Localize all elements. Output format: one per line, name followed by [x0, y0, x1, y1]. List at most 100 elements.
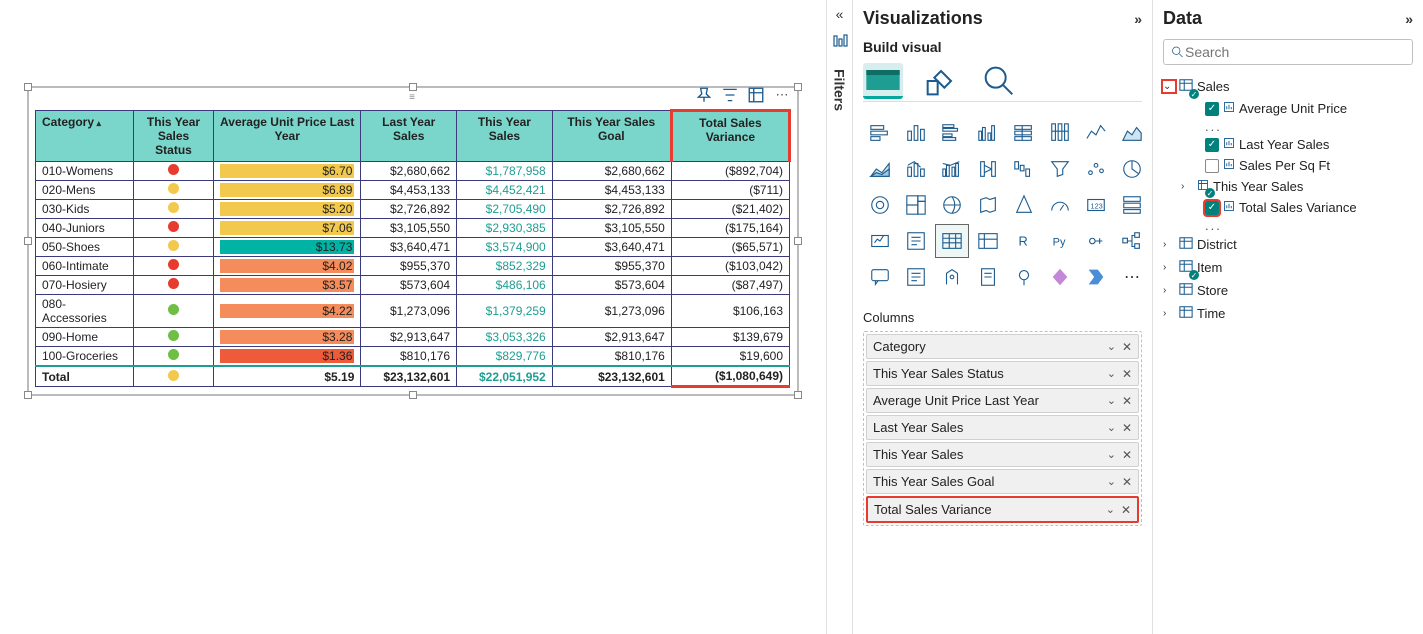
- field-sales-per-sqft[interactable]: Sales Per Sq Ft: [1163, 155, 1413, 176]
- remove-field-icon[interactable]: ✕: [1122, 340, 1132, 354]
- table-row[interactable]: 050-Shoes$13.73$3,640,471$3,574,900$3,64…: [36, 238, 790, 257]
- checkbox-icon[interactable]: [1205, 159, 1219, 173]
- filter-icon[interactable]: [721, 86, 739, 104]
- filters-pane-label[interactable]: Filters: [832, 69, 848, 111]
- azure-map-icon[interactable]: [1007, 188, 1041, 222]
- smart-narrative-icon[interactable]: [899, 260, 933, 294]
- resize-handle[interactable]: [794, 237, 802, 245]
- python-visual-icon[interactable]: Py: [1043, 224, 1077, 258]
- resize-handle[interactable]: [24, 237, 32, 245]
- stacked-area-chart-icon[interactable]: [863, 152, 897, 186]
- map-icon[interactable]: [935, 188, 969, 222]
- kpi-icon[interactable]: [863, 224, 897, 258]
- table-row[interactable]: 070-Hosiery$3.57$573,604$486,106$573,604…: [36, 276, 790, 295]
- pie-chart-icon[interactable]: [1115, 152, 1149, 186]
- field-total-sales-variance[interactable]: ✓ Total Sales Variance: [1163, 197, 1413, 218]
- columns-field-well[interactable]: Category⌄✕This Year Sales Status⌄✕Averag…: [863, 331, 1142, 526]
- hundred-stacked-bar-icon[interactable]: [1007, 116, 1041, 150]
- report-canvas[interactable]: ≡ ⋯ Category This Year Sales Status Aver…: [0, 0, 826, 634]
- paginated-report-icon[interactable]: [971, 260, 1005, 294]
- hundred-stacked-column-icon[interactable]: [1043, 116, 1077, 150]
- table-row[interactable]: 020-Mens$6.89$4,453,133$4,452,421$4,453,…: [36, 181, 790, 200]
- slicer-icon[interactable]: [899, 224, 933, 258]
- qa-visual-icon[interactable]: [863, 260, 897, 294]
- chevron-down-icon[interactable]: ⌄: [1107, 394, 1116, 407]
- column-field-chip[interactable]: Total Sales Variance⌄✕: [866, 496, 1139, 523]
- checkbox-icon[interactable]: ✓: [1205, 201, 1219, 215]
- chevron-right-icon[interactable]: ›: [1163, 262, 1175, 273]
- collapse-visualizations-icon[interactable]: »: [1134, 11, 1142, 27]
- field-last-year-sales[interactable]: ✓ Last Year Sales: [1163, 134, 1413, 155]
- column-field-chip[interactable]: Category⌄✕: [866, 334, 1139, 359]
- remove-field-icon[interactable]: ✕: [1122, 448, 1132, 462]
- multi-row-card-icon[interactable]: [1115, 188, 1149, 222]
- remove-field-icon[interactable]: ✕: [1122, 475, 1132, 489]
- table-row[interactable]: 040-Juniors$7.06$3,105,550$2,930,385$3,1…: [36, 219, 790, 238]
- analytics-tab[interactable]: [979, 63, 1019, 99]
- table-sales[interactable]: ⌄ Sales: [1163, 75, 1413, 98]
- stacked-bar-chart-icon[interactable]: [863, 116, 897, 150]
- resize-handle[interactable]: [794, 391, 802, 399]
- field-average-unit-price[interactable]: ✓ Average Unit Price: [1163, 98, 1413, 119]
- checkbox-icon[interactable]: ✓: [1205, 138, 1219, 152]
- field-ellipsis[interactable]: ...: [1163, 119, 1413, 134]
- format-visual-tab[interactable]: [921, 63, 961, 99]
- chevron-down-icon[interactable]: ⌄: [1106, 503, 1115, 516]
- chevron-right-icon[interactable]: ›: [1181, 181, 1193, 192]
- table-item[interactable]: › Item: [1163, 256, 1413, 279]
- remove-field-icon[interactable]: ✕: [1121, 503, 1131, 517]
- resize-handle[interactable]: [409, 83, 417, 91]
- remove-field-icon[interactable]: ✕: [1122, 421, 1132, 435]
- arcgis-icon[interactable]: [1007, 260, 1041, 294]
- field-ellipsis[interactable]: ...: [1163, 218, 1413, 233]
- line-stacked-column-icon[interactable]: [899, 152, 933, 186]
- matrix-icon[interactable]: [971, 224, 1005, 258]
- field-this-year-sales[interactable]: › This Year Sales: [1163, 176, 1413, 197]
- remove-field-icon[interactable]: ✕: [1122, 367, 1132, 381]
- build-visual-tab[interactable]: [863, 63, 903, 99]
- col-header-avgprice[interactable]: Average Unit Price Last Year: [214, 111, 361, 162]
- card-icon[interactable]: 123: [1079, 188, 1113, 222]
- resize-handle[interactable]: [24, 391, 32, 399]
- checkbox-icon[interactable]: ✓: [1205, 102, 1219, 116]
- col-header-thisyear[interactable]: This Year Sales: [457, 111, 553, 162]
- table-row[interactable]: 080-Accessories$4.22$1,273,096$1,379,259…: [36, 295, 790, 328]
- visual-drag-grip[interactable]: ≡: [403, 92, 423, 103]
- more-visuals-icon[interactable]: ⋯: [1115, 260, 1149, 294]
- col-header-status[interactable]: This Year Sales Status: [134, 111, 214, 162]
- column-field-chip[interactable]: Last Year Sales⌄✕: [866, 415, 1139, 440]
- filters-pane-icon[interactable]: [832, 34, 848, 53]
- chevron-right-icon[interactable]: ›: [1163, 308, 1175, 319]
- remove-field-icon[interactable]: ✕: [1122, 394, 1132, 408]
- table-row[interactable]: 030-Kids$5.20$2,726,892$2,705,490$2,726,…: [36, 200, 790, 219]
- line-clustered-column-icon[interactable]: [935, 152, 969, 186]
- treemap-icon[interactable]: [899, 188, 933, 222]
- r-visual-icon[interactable]: R: [1007, 224, 1041, 258]
- table-store[interactable]: › Store: [1163, 279, 1413, 302]
- filled-map-icon[interactable]: [971, 188, 1005, 222]
- chevron-down-icon[interactable]: ⌄: [1107, 475, 1116, 488]
- table-row[interactable]: 100-Groceries$1.36$810,176$829,776$810,1…: [36, 347, 790, 367]
- collapse-data-icon[interactable]: »: [1405, 11, 1413, 27]
- column-field-chip[interactable]: This Year Sales Status⌄✕: [866, 361, 1139, 386]
- line-chart-icon[interactable]: [1079, 116, 1113, 150]
- chevron-down-icon[interactable]: ⌄: [1107, 340, 1116, 353]
- col-header-category[interactable]: Category: [36, 111, 134, 162]
- clustered-bar-chart-icon[interactable]: [935, 116, 969, 150]
- pin-icon[interactable]: [695, 86, 713, 104]
- chevron-right-icon[interactable]: ›: [1163, 239, 1175, 250]
- funnel-chart-icon[interactable]: [1043, 152, 1077, 186]
- clustered-column-chart-icon[interactable]: [971, 116, 1005, 150]
- column-field-chip[interactable]: This Year Sales⌄✕: [866, 442, 1139, 467]
- area-chart-icon[interactable]: [1115, 116, 1149, 150]
- chevron-down-icon[interactable]: ⌄: [1107, 367, 1116, 380]
- col-header-goal[interactable]: This Year Sales Goal: [552, 111, 671, 162]
- resize-handle[interactable]: [409, 391, 417, 399]
- chevron-down-icon[interactable]: ⌄: [1163, 81, 1175, 92]
- gauge-icon[interactable]: [1043, 188, 1077, 222]
- table-row[interactable]: 010-Womens$6.70$2,680,662$1,787,958$2,68…: [36, 162, 790, 181]
- table-district[interactable]: › District: [1163, 233, 1413, 256]
- collapse-panes-icon[interactable]: «: [836, 6, 844, 22]
- table-icon[interactable]: [935, 224, 969, 258]
- col-header-lastyear[interactable]: Last Year Sales: [361, 111, 457, 162]
